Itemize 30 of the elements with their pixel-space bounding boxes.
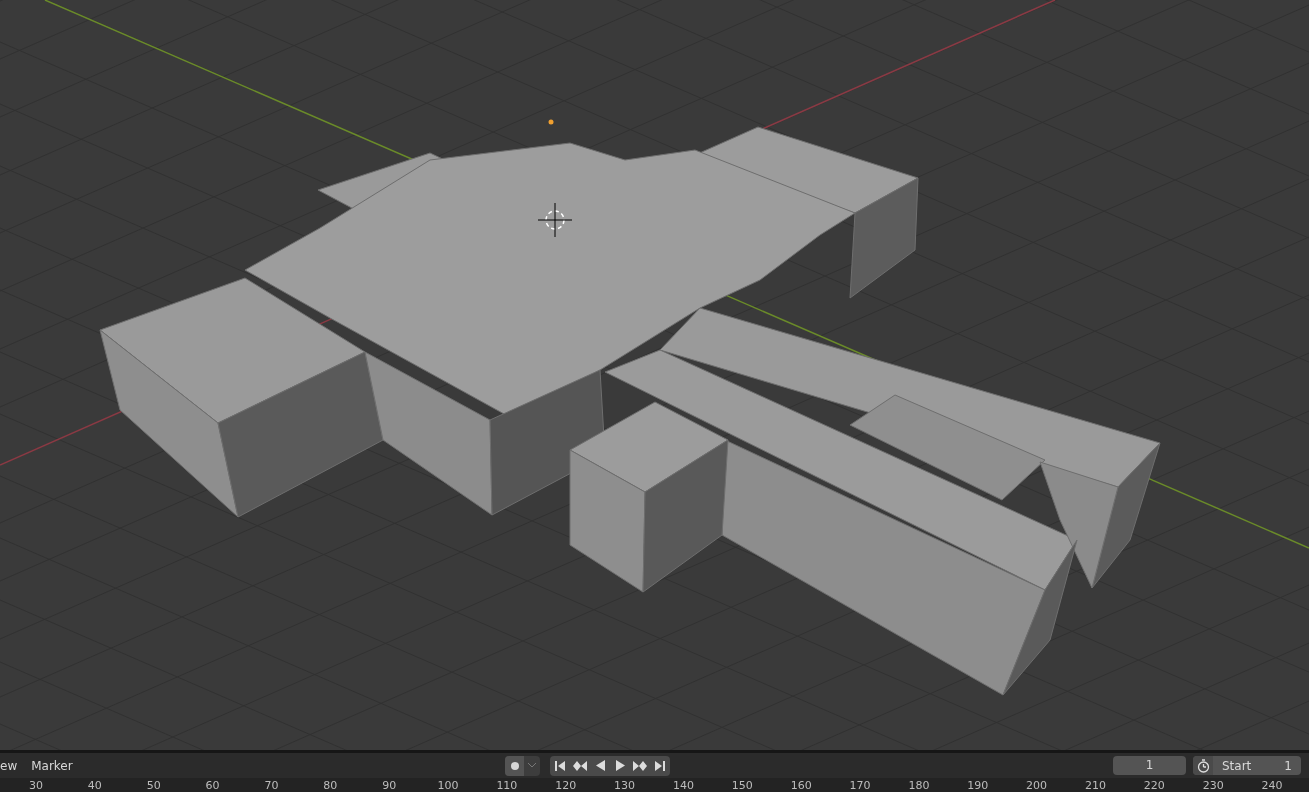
frame-number: 230 [1202, 780, 1224, 792]
record-button[interactable] [505, 755, 524, 776]
frame-number: 40 [87, 780, 102, 792]
frame-number: 140 [672, 780, 694, 792]
frame-number: 190 [967, 780, 989, 792]
menu-item[interactable]: Marker [31, 756, 73, 775]
frame-number: 240 [1261, 780, 1283, 792]
frame-number: 70 [264, 780, 279, 792]
frame-number: 220 [1143, 780, 1165, 792]
frame-number: 50 [146, 780, 161, 792]
frame-number: 180 [908, 780, 930, 792]
menu-item[interactable]: ew [0, 756, 18, 775]
origin-dot-icon [548, 119, 554, 125]
frame-number: 90 [382, 780, 397, 792]
frame-number: 100 [437, 780, 459, 792]
frame-number: 210 [1084, 780, 1106, 792]
frame-number: 160 [790, 780, 812, 792]
current-frame-field[interactable]: 1 [1113, 756, 1186, 775]
frame-number: 30 [29, 780, 43, 792]
frame-number: 170 [849, 780, 871, 792]
frame-number: 80 [323, 780, 338, 792]
stopwatch-icon[interactable] [1193, 756, 1213, 775]
frame-number: 120 [555, 780, 577, 792]
3d-cursor-icon [537, 202, 573, 238]
timeline-ruler[interactable]: 30 40 50 60 70 80 90 100 110 120 130 140 150 160 170 180 190 200 210 220 230 240 [0, 778, 1309, 792]
frame-number: 130 [614, 780, 636, 792]
frame-number: 110 [496, 780, 518, 792]
frame-number: 150 [731, 780, 753, 792]
frame-number: 60 [205, 780, 220, 792]
frame-number: 200 [1026, 780, 1048, 792]
